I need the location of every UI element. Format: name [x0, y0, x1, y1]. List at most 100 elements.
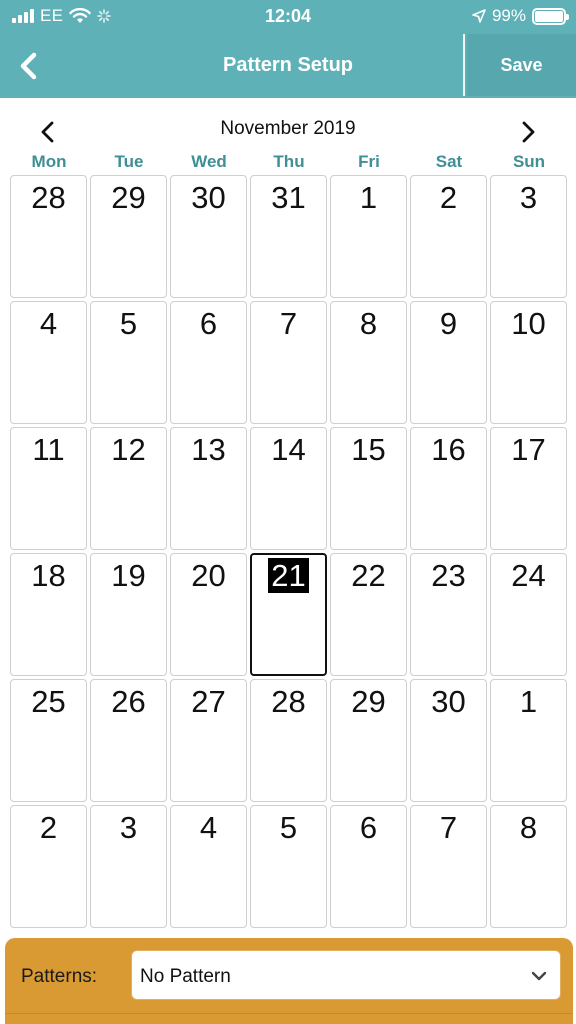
- patterns-dropdown[interactable]: No Pattern: [131, 950, 561, 1000]
- weekday-header: Mon Tue Wed Thu Fri Sat Sun: [9, 152, 569, 174]
- calendar-day-cell[interactable]: 8: [330, 301, 407, 424]
- day-number: 3: [119, 810, 138, 845]
- day-number: 1: [359, 180, 378, 215]
- calendar-day-cell[interactable]: 31: [250, 175, 327, 298]
- day-number: 9: [439, 306, 458, 341]
- day-number: 2: [39, 810, 58, 845]
- calendar-day-cell[interactable]: 1: [490, 679, 567, 802]
- day-number: 22: [351, 558, 386, 593]
- calendar-day-cell[interactable]: 29: [90, 175, 167, 298]
- calendar-grid: 28 29 30 31 1 2 3 4 5 6 7 8 9 10 11 12 13 14 15 16 17 18 19 20 2…: [9, 174, 569, 930]
- day-number: 8: [359, 306, 378, 341]
- calendar-day-cell[interactable]: 1: [330, 175, 407, 298]
- weekday-label: Thu: [273, 152, 305, 171]
- day-number: 12: [111, 432, 146, 467]
- calendar-day-cell-selected[interactable]: 21: [250, 553, 327, 676]
- calendar-day-cell[interactable]: 6: [330, 805, 407, 928]
- calendar-day-cell[interactable]: 6: [170, 301, 247, 424]
- calendar-day-cell[interactable]: 22: [330, 553, 407, 676]
- calendar-day-cell[interactable]: 4: [170, 805, 247, 928]
- header: EE 12:04 99% Pattern Setup Save: [0, 0, 576, 98]
- battery-percent: 99%: [491, 6, 526, 25]
- calendar-day-cell[interactable]: 25: [10, 679, 87, 802]
- weekday-label: Wed: [191, 152, 227, 171]
- day-number: 26: [111, 684, 146, 719]
- day-number: 18: [31, 558, 66, 593]
- calendar-day-cell[interactable]: 28: [250, 679, 327, 802]
- calendar-day-cell[interactable]: 19: [90, 553, 167, 676]
- day-number: 24: [511, 558, 546, 593]
- calendar-day-cell[interactable]: 5: [90, 301, 167, 424]
- calendar-day-cell[interactable]: 4: [10, 301, 87, 424]
- day-number: 30: [191, 180, 226, 215]
- calendar-day-cell[interactable]: 26: [90, 679, 167, 802]
- calendar-day-cell[interactable]: 27: [170, 679, 247, 802]
- month-navigation: November 2019: [0, 112, 576, 148]
- calendar-day-cell[interactable]: 3: [490, 175, 567, 298]
- day-number: 7: [279, 306, 298, 341]
- calendar-day-cell[interactable]: 10: [490, 301, 567, 424]
- calendar-day-cell[interactable]: 2: [10, 805, 87, 928]
- day-number: 4: [199, 810, 218, 845]
- day-number: 1: [519, 684, 538, 719]
- calendar-day-cell[interactable]: 2: [410, 175, 487, 298]
- next-month-icon[interactable]: [512, 116, 544, 148]
- day-number: 27: [191, 684, 226, 719]
- calendar-day-cell[interactable]: 7: [410, 805, 487, 928]
- day-number: 23: [431, 558, 466, 593]
- day-number: 2: [439, 180, 458, 215]
- weekday-label: Tue: [114, 152, 144, 171]
- weekday-label: Fri: [358, 152, 380, 171]
- patterns-selected-value: No Pattern: [140, 966, 231, 987]
- day-number: 14: [271, 432, 306, 467]
- patterns-bar: Patterns: No Pattern: [5, 938, 573, 1024]
- calendar-day-cell[interactable]: 20: [170, 553, 247, 676]
- calendar-day-cell[interactable]: 5: [250, 805, 327, 928]
- day-number: 5: [279, 810, 298, 845]
- day-number: 29: [351, 684, 386, 719]
- calendar-day-cell[interactable]: 16: [410, 427, 487, 550]
- calendar-day-cell[interactable]: 14: [250, 427, 327, 550]
- calendar-day-cell[interactable]: 18: [10, 553, 87, 676]
- calendar-day-cell[interactable]: 3: [90, 805, 167, 928]
- status-right: 99%: [472, 6, 569, 26]
- calendar-day-cell[interactable]: 28: [10, 175, 87, 298]
- day-number: 16: [431, 432, 466, 467]
- calendar-day-cell[interactable]: 30: [170, 175, 247, 298]
- day-number: 25: [31, 684, 66, 719]
- day-number: 28: [31, 180, 66, 215]
- status-bar: EE 12:04 99%: [0, 0, 576, 34]
- calendar-day-cell[interactable]: 30: [410, 679, 487, 802]
- day-number: 28: [271, 684, 306, 719]
- day-number: 11: [32, 432, 65, 467]
- day-number: 20: [191, 558, 226, 593]
- calendar-day-cell[interactable]: 9: [410, 301, 487, 424]
- calendar-day-cell[interactable]: 15: [330, 427, 407, 550]
- battery-fill: [535, 10, 563, 22]
- day-number: 13: [191, 432, 226, 467]
- calendar-day-cell[interactable]: 8: [490, 805, 567, 928]
- nav-divider: [463, 34, 465, 96]
- day-number: 31: [271, 180, 306, 215]
- day-number: 17: [511, 432, 546, 467]
- day-number: 4: [39, 306, 58, 341]
- calendar-day-cell[interactable]: 7: [250, 301, 327, 424]
- patterns-label: Patterns:: [21, 966, 98, 987]
- calendar-day-cell[interactable]: 23: [410, 553, 487, 676]
- save-button[interactable]: Save: [467, 34, 576, 96]
- day-number: 15: [351, 432, 386, 467]
- day-number: 7: [439, 810, 458, 845]
- calendar-day-cell[interactable]: 13: [170, 427, 247, 550]
- calendar-day-cell[interactable]: 12: [90, 427, 167, 550]
- nav-bar: Pattern Setup Save: [0, 34, 576, 98]
- month-title: November 2019: [220, 118, 356, 139]
- calendar-day-cell[interactable]: 29: [330, 679, 407, 802]
- calendar-day-cell[interactable]: 24: [490, 553, 567, 676]
- selected-day-highlight: 21: [268, 558, 309, 593]
- day-number: 10: [511, 306, 546, 341]
- weekday-label: Mon: [31, 152, 67, 171]
- location-arrow-icon: [472, 9, 486, 23]
- calendar-day-cell[interactable]: 17: [490, 427, 567, 550]
- day-number: 6: [359, 810, 378, 845]
- calendar-day-cell[interactable]: 11: [10, 427, 87, 550]
